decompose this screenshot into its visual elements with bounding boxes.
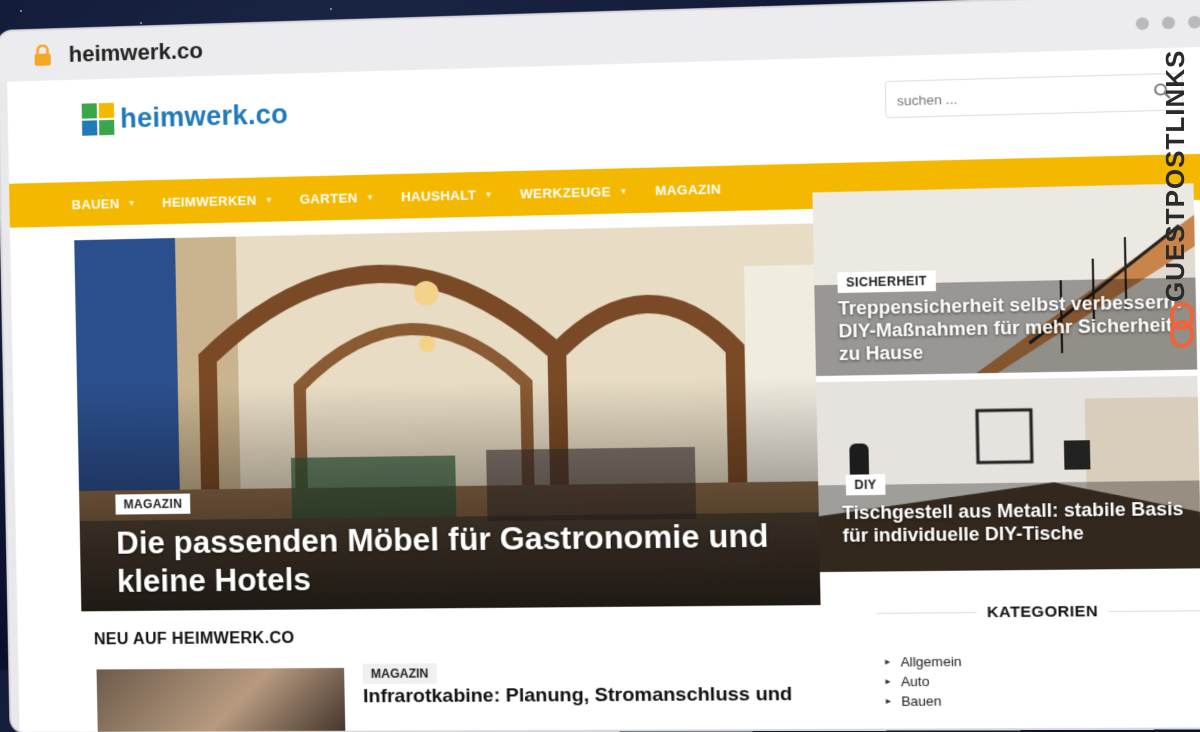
nav-label: HAUSHALT (400, 186, 477, 204)
link-icon (1170, 302, 1194, 348)
web-page: heimwerk.co BAUEN ▼ HEIMWERKEN ▼ GARTEN ▼ (7, 46, 1200, 732)
side-category-tag[interactable]: DIY (845, 474, 886, 496)
nav-item-haushalt[interactable]: HAUSHALT ▼ (400, 186, 494, 204)
browser-window: heimwerk.co heimwerk.co suchen ... BAUEN… (0, 0, 1200, 732)
category-item[interactable]: ► Bauen (884, 691, 963, 711)
divider (1108, 610, 1200, 613)
category-item[interactable]: ► Auto (884, 671, 963, 691)
divider (876, 612, 977, 614)
section-heading: NEU AUF HEIMWERK.CO (93, 629, 295, 649)
nav-label: BAUEN (71, 195, 120, 212)
chevron-down-icon: ▼ (619, 186, 628, 196)
nav-label: HEIMWERKEN (161, 192, 257, 210)
logo-text: heimwerk.co (119, 98, 289, 134)
category-list: ► Allgemein ► Auto ► Bauen (883, 652, 962, 711)
post-title[interactable]: Infrarotkabine: Planung, Stromanschluss … (363, 684, 801, 709)
window-dot-icon[interactable] (1161, 16, 1176, 30)
post-category-tag[interactable]: MAGAZIN (362, 663, 437, 685)
hero-title[interactable]: Die passenden Möbel für Gastronomie und … (116, 517, 778, 601)
browser-frame: heimwerk.co heimwerk.co suchen ... BAUEN… (0, 0, 1200, 732)
chevron-down-icon: ▼ (264, 194, 274, 205)
lock-icon (34, 44, 51, 66)
nav-item-werkzeuge[interactable]: WERKZEUGE ▼ (520, 183, 628, 201)
search-input[interactable] (894, 77, 1137, 117)
category-label: Auto (900, 673, 930, 690)
window-dot-icon[interactable] (1135, 17, 1150, 31)
nav-label: MAGAZIN (654, 180, 722, 198)
triangle-right-icon: ► (883, 676, 893, 687)
nav-label: WERKZEUGE (519, 183, 612, 202)
nav-item-garten[interactable]: GARTEN ▼ (299, 189, 375, 207)
triangle-right-icon: ► (883, 657, 893, 667)
site-logo[interactable]: heimwerk.co (81, 98, 289, 136)
categories-label: KATEGORIEN (986, 602, 1099, 622)
category-item[interactable]: ► Allgemein (883, 652, 962, 672)
nav-item-heimwerken[interactable]: HEIMWERKEN ▼ (161, 192, 274, 210)
window-dot-icon[interactable] (1187, 15, 1200, 29)
nav-label: GARTEN (299, 189, 358, 207)
nav-item-magazin[interactable]: MAGAZIN (655, 181, 721, 198)
window-controls (1135, 15, 1200, 31)
hero-category-tag[interactable]: MAGAZIN (115, 493, 191, 515)
hero-post[interactable]: MAGAZIN Die passenden Möbel für Gastrono… (74, 223, 821, 612)
category-label: Bauen (901, 693, 942, 709)
post-thumbnail[interactable] (96, 667, 346, 732)
side-post-title[interactable]: Tischgestell aus Metall: stabile Basis f… (842, 497, 1188, 547)
side-post-title[interactable]: Treppensicherheit selbst verbessern: DIY… (838, 290, 1184, 365)
side-category-tag[interactable]: SICHERHEIT (837, 270, 936, 294)
chevron-down-icon: ▼ (484, 189, 494, 199)
chevron-down-icon: ▼ (127, 198, 136, 208)
triangle-right-icon: ► (884, 696, 893, 706)
side-post-card[interactable]: SICHERHEIT Treppensicherheit selbst verb… (812, 183, 1198, 377)
side-post-card[interactable]: DIY Tischgestell aus Metall: stabile Bas… (816, 375, 1200, 573)
chevron-down-icon: ▼ (365, 192, 375, 202)
url-text[interactable]: heimwerk.co (68, 38, 203, 68)
logo-squares-icon (81, 102, 115, 136)
search-box (884, 72, 1184, 119)
categories-heading: KATEGORIEN (876, 602, 1200, 622)
nav-item-bauen[interactable]: BAUEN ▼ (71, 195, 136, 212)
category-label: Allgemein (900, 653, 962, 670)
guestpostlinks-badge: GUESTPOSTLINKS (1160, 49, 1190, 302)
